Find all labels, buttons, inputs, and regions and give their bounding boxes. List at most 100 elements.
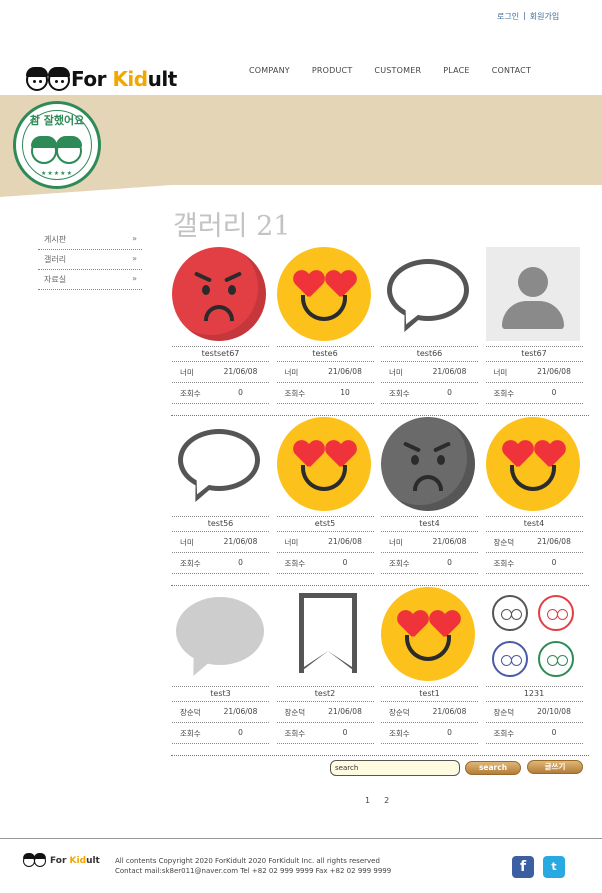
date: 21/06/08 [432,707,467,716]
footer-divider [0,838,602,839]
date: 21/06/08 [328,537,362,546]
gallery-item-views: 조회수 0 [276,723,374,744]
views-count: 0 [551,388,557,397]
sidebar-menu: 게시판 » 갤러리 » 자료실 » [38,230,142,290]
nav-place[interactable]: PLACE [443,66,469,75]
heart-eyes-face-icon[interactable] [485,417,580,511]
search-input[interactable] [330,760,460,776]
gallery-item-views: 조회수 0 [381,553,478,574]
nav-company[interactable]: COMPANY [249,66,290,75]
gallery-item[interactable]: test3 장순덕 21/06/08 조회수 0 [171,586,276,755]
search-button[interactable]: search [465,761,521,775]
gallery-item-title[interactable]: etst5 [276,516,374,532]
gallery-item-title[interactable]: test67 [485,346,583,362]
sidebar-item-board[interactable]: 게시판 » [38,230,142,250]
gallery-item-title[interactable]: test4 [381,516,478,532]
gallery-item-meta: 너미 21/06/08 [485,362,583,383]
views-label: 조회수 [284,729,306,738]
date: 21/06/08 [223,537,258,546]
heart-eyes-face-icon[interactable] [276,247,371,341]
gallery-item[interactable]: etst5 너미 21/06/08 조회수 0 [276,416,381,585]
author: 너미 [180,368,194,377]
views-label: 조회수 [389,389,410,398]
twitter-icon[interactable]: t [543,856,565,878]
gallery-item-title[interactable]: test4 [485,516,583,532]
gallery-item[interactable]: test56 너미 21/06/08 조회수 0 [171,416,276,585]
views-count: 0 [238,388,243,397]
views-label: 조회수 [389,559,410,568]
good-job-stamp-icon: 참 잘했어요 ★★★★★ [13,101,101,189]
gallery-item[interactable]: test4 너미 21/06/08 조회수 0 [380,416,485,585]
gallery-item-meta: 너미 21/06/08 [276,532,374,553]
banner-corner [0,185,172,197]
nav-customer[interactable]: CUSTOMER [374,66,421,75]
heart-eyes-face-icon[interactable] [276,417,371,511]
gallery-item-views: 조회수 0 [485,383,583,404]
login-link[interactable]: 로그인 [497,11,519,22]
gallery-item-meta: 너미 21/06/08 [172,362,269,383]
date: 21/06/08 [223,707,258,716]
date: 21/06/08 [432,367,467,376]
gallery-item-views: 조회수 0 [172,383,269,404]
nav-contact[interactable]: CONTACT [492,66,531,75]
views-label: 조회수 [180,729,201,738]
gallery-item[interactable]: test67 너미 21/06/08 조회수 0 [485,246,590,415]
angry-face-gray-icon[interactable] [381,417,475,511]
gallery-item-meta: 너미 21/06/08 [381,532,478,553]
speech-bubble-gray-icon[interactable] [172,587,266,681]
gallery-item-title[interactable]: test3 [172,686,269,702]
facebook-icon[interactable]: f [512,856,534,878]
footer-logo[interactable]: For Kidult [23,853,100,867]
gallery-item-title[interactable]: test2 [276,686,374,702]
signup-link[interactable]: 회원가입 [530,11,559,22]
date: 20/10/08 [537,707,571,716]
speech-bubble-icon[interactable] [172,417,266,511]
date: 21/06/08 [432,537,467,546]
write-post-button[interactable]: 글쓰기 [527,760,583,774]
gallery-item[interactable]: testset67 너미 21/06/08 조회수 0 [171,246,276,415]
gallery-item-title[interactable]: 1231 [485,686,583,702]
sidebar-item-gallery[interactable]: 갤러리 » [38,250,142,270]
search-bar: search 글쓰기 [330,760,583,776]
sidebar-item-label: 게시판 [44,235,67,244]
sidebar-item-archive[interactable]: 자료실 » [38,270,142,290]
footer-logo-wordmark: For Kidult [50,856,100,866]
gallery-item[interactable]: test2 장순덕 21/06/08 조회수 0 [276,586,381,755]
gallery-grid: testset67 너미 21/06/08 조회수 0 teste6 너미 21/06… [171,246,589,756]
heart-eyes-face-icon[interactable] [381,587,475,681]
gallery-item[interactable]: test1 장순덕 21/06/08 조회수 0 [380,586,485,755]
gallery-item-meta: 장순덕 21/06/08 [172,702,269,723]
site-logo[interactable]: For Kidult [21,62,186,96]
gallery-item-views: 조회수 0 [172,723,269,744]
gallery-item-title[interactable]: testset67 [172,346,269,362]
views-label: 조회수 [180,389,201,398]
bookmark-icon[interactable] [277,587,371,681]
double-chevron-icon: » [132,254,137,263]
speech-bubble-icon[interactable] [381,247,475,341]
nav-product[interactable]: PRODUCT [312,66,353,75]
gallery-item[interactable]: teste6 너미 21/06/08 조회수 10 [276,246,381,415]
page-link-1[interactable]: 1 [365,796,370,805]
gallery-row: test56 너미 21/06/08 조회수 0 etst5 너미 21/06/08 … [171,416,589,586]
gallery-item-title[interactable]: test1 [381,686,478,702]
gallery-item[interactable]: test4 장순덕 21/06/08 조회수 0 [485,416,590,585]
gallery-item-title[interactable]: test66 [381,346,478,362]
stamp-collection-icon[interactable] [486,587,580,681]
angry-face-icon[interactable] [172,247,266,341]
page-link-2[interactable]: 2 [384,796,389,805]
sidebar-item-label: 자료실 [44,275,67,284]
contact-text: Contact mail:sk8er011@naver.com Tel +82 … [115,867,392,875]
gallery-item[interactable]: 1231 장순덕 20/10/08 조회수 0 [485,586,590,755]
main-nav: COMPANY PRODUCT CUSTOMER PLACE CONTACT [249,66,553,75]
views-count: 0 [447,728,452,737]
gallery-item-meta: 장순덕 20/10/08 [485,702,583,723]
top-links-separator: | [523,11,526,20]
views-count: 0 [551,728,557,737]
author: 너미 [284,368,299,377]
gallery-item-title[interactable]: teste6 [276,346,374,362]
gallery-item-title[interactable]: test56 [172,516,269,532]
default-avatar-icon[interactable] [485,247,580,341]
gallery-item-meta: 너미 21/06/08 [172,532,269,553]
gallery-item[interactable]: test66 너미 21/06/08 조회수 0 [380,246,485,415]
author: 너미 [180,538,194,547]
